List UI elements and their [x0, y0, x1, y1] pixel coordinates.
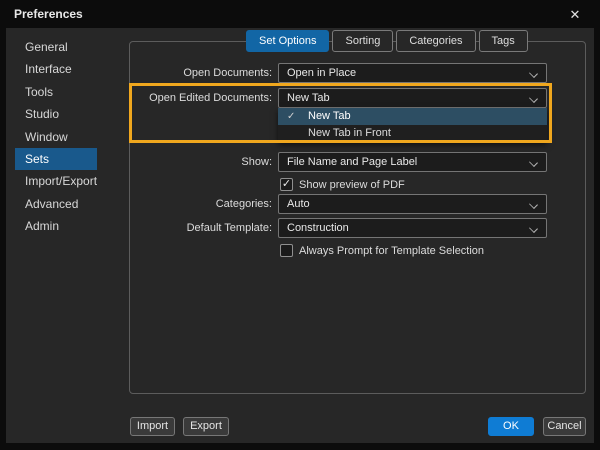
sidebar-item-window[interactable]: Window: [15, 126, 97, 148]
sidebar-item-import-export[interactable]: Import/Export: [15, 170, 97, 192]
categories-label: Categories:: [215, 198, 272, 210]
titlebar: Preferences ✕: [0, 0, 600, 28]
always-prompt-label: Always Prompt for Template Selection: [299, 244, 485, 257]
open-documents-select[interactable]: Open in Place: [278, 63, 547, 83]
dropdown-option-new-tab-in-front[interactable]: New Tab in Front: [278, 125, 547, 142]
default-template-select[interactable]: Construction: [278, 218, 547, 238]
open-edited-documents-dropdown: ✓ New Tab New Tab in Front: [278, 108, 547, 142]
open-documents-value: Open in Place: [287, 67, 357, 79]
show-preview-checkbox[interactable]: ✓: [280, 178, 293, 191]
dropdown-option-label: New Tab: [308, 110, 351, 122]
ok-button[interactable]: OK: [488, 417, 534, 436]
open-documents-label: Open Documents:: [183, 67, 272, 79]
dialog-body: General Interface Tools Studio Window Se…: [6, 28, 594, 443]
sidebar-item-studio[interactable]: Studio: [15, 103, 97, 125]
show-value: File Name and Page Label: [287, 156, 418, 168]
sidebar: General Interface Tools Studio Window Se…: [15, 36, 125, 238]
chevron-down-icon: [529, 158, 538, 167]
default-template-label: Default Template:: [186, 222, 272, 234]
sidebar-item-sets[interactable]: Sets: [15, 147, 97, 170]
open-edited-documents-select[interactable]: New Tab: [278, 88, 547, 108]
open-edited-documents-value: New Tab: [287, 92, 330, 104]
chevron-down-icon: [529, 69, 538, 78]
sidebar-item-tools[interactable]: Tools: [15, 81, 97, 103]
cancel-button[interactable]: Cancel: [543, 417, 586, 436]
export-button[interactable]: Export: [183, 417, 229, 436]
sidebar-item-interface[interactable]: Interface: [15, 58, 97, 80]
tab-sorting[interactable]: Sorting: [332, 30, 394, 52]
sidebar-item-advanced[interactable]: Advanced: [15, 193, 97, 215]
dropdown-option-label: New Tab in Front: [308, 127, 391, 139]
show-preview-row: ✓ Show preview of PDF: [280, 178, 405, 191]
chevron-down-icon: [529, 200, 538, 209]
sidebar-item-general[interactable]: General: [15, 36, 97, 58]
show-select[interactable]: File Name and Page Label: [278, 152, 547, 172]
always-prompt-row: Always Prompt for Template Selection: [280, 244, 484, 257]
open-edited-documents-label: Open Edited Documents:: [149, 92, 272, 104]
categories-value: Auto: [287, 198, 310, 210]
window-title: Preferences: [14, 7, 83, 21]
show-preview-label: Show preview of PDF: [299, 178, 405, 191]
close-icon[interactable]: ✕: [566, 6, 584, 24]
chevron-down-icon: [529, 224, 538, 233]
tab-bar: Set Options Sorting Categories Tags: [246, 30, 528, 52]
import-button[interactable]: Import: [130, 417, 175, 436]
sidebar-item-admin[interactable]: Admin: [15, 215, 97, 237]
tab-set-options[interactable]: Set Options: [246, 30, 330, 52]
dropdown-option-new-tab[interactable]: ✓ New Tab: [278, 108, 547, 125]
check-icon: ✓: [287, 111, 296, 122]
tab-categories[interactable]: Categories: [396, 30, 476, 52]
tab-tags[interactable]: Tags: [478, 30, 528, 52]
always-prompt-checkbox[interactable]: [280, 244, 293, 257]
chevron-down-icon: [529, 94, 538, 103]
categories-select[interactable]: Auto: [278, 194, 547, 214]
preferences-window: Preferences ✕ General Interface Tools St…: [0, 0, 600, 450]
show-label: Show:: [241, 156, 272, 168]
default-template-value: Construction: [287, 222, 349, 234]
